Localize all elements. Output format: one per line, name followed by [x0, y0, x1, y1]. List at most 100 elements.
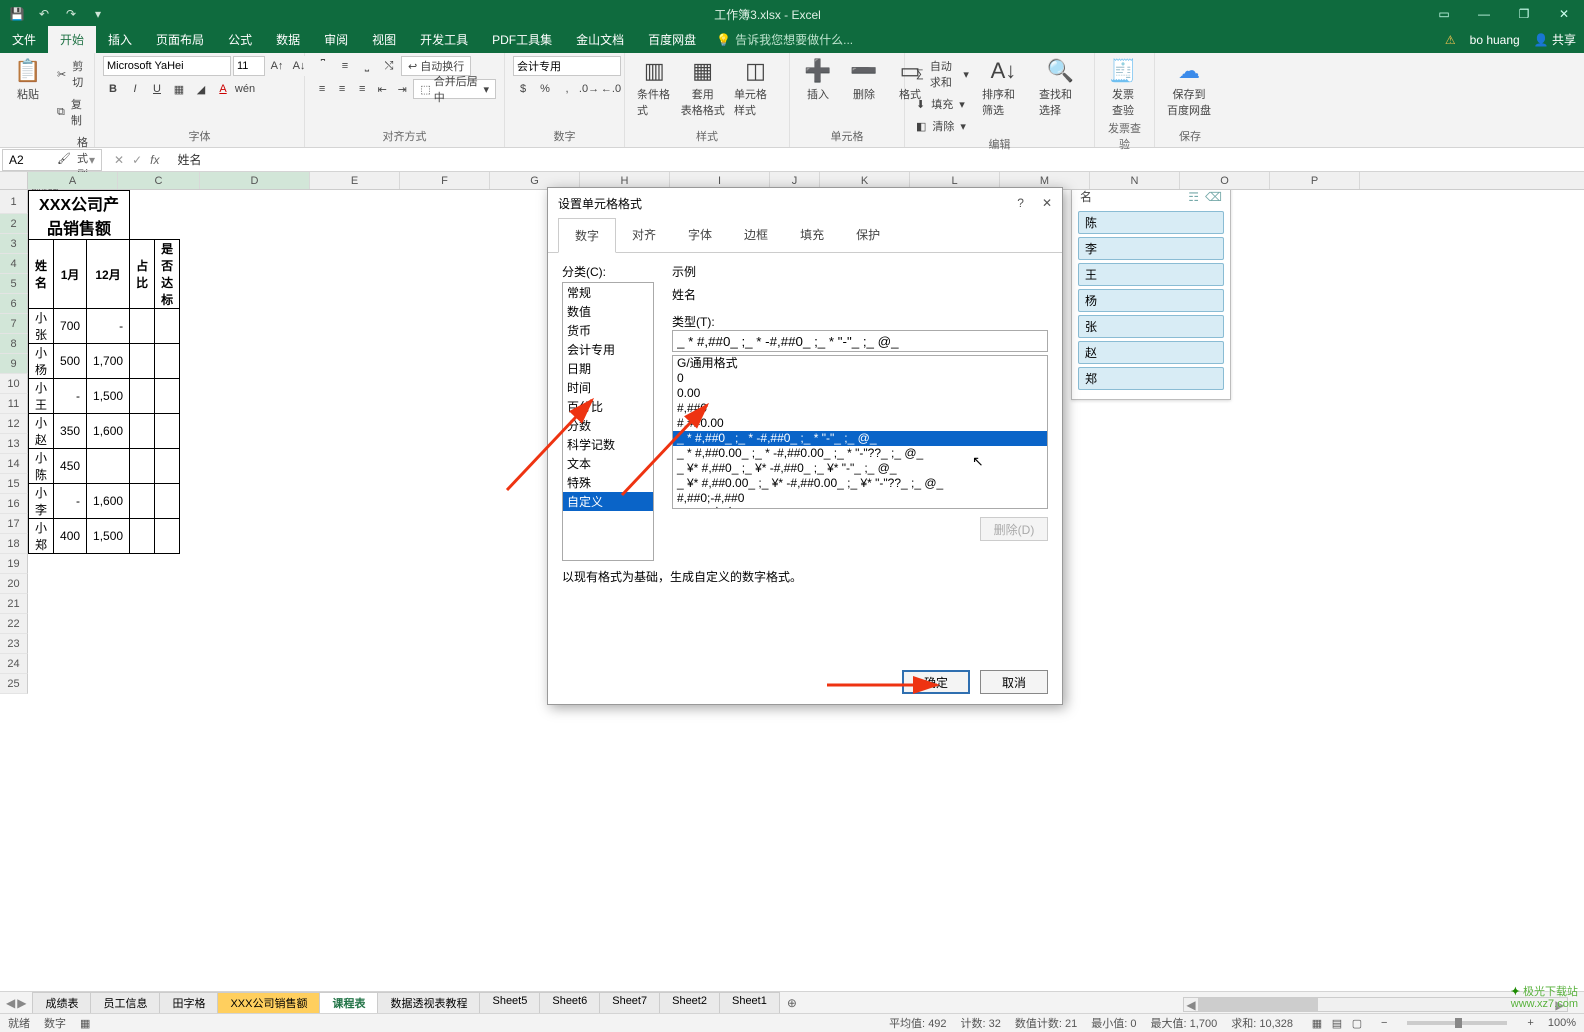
dialog-tab-填充[interactable]: 填充 — [784, 218, 840, 252]
format-item[interactable]: #,##0.00 — [673, 416, 1047, 431]
format-item[interactable]: G/通用格式 — [673, 356, 1047, 371]
underline-icon[interactable]: U — [147, 79, 167, 99]
number-format[interactable] — [513, 56, 621, 76]
table-cell[interactable]: 小李 — [29, 484, 54, 519]
table-cell[interactable] — [130, 519, 155, 554]
font-size[interactable] — [233, 56, 265, 76]
border-icon[interactable]: ▦ — [169, 79, 189, 99]
maximize-icon[interactable]: ❐ — [1504, 0, 1544, 28]
table-cell[interactable]: 450 — [54, 449, 87, 484]
row-23[interactable]: 23 — [0, 634, 28, 654]
dialog-tab-数字[interactable]: 数字 — [558, 218, 616, 253]
enter-formula-icon[interactable]: ✓ — [132, 153, 142, 167]
col-N[interactable]: N — [1090, 172, 1180, 189]
table-cell[interactable]: 1,500 — [87, 519, 130, 554]
sheet-nav-prev-icon[interactable]: ◀ — [6, 996, 15, 1010]
table-cell[interactable] — [130, 344, 155, 379]
category-item[interactable]: 文本 — [563, 454, 653, 473]
new-sheet-icon[interactable]: ⊕ — [779, 994, 805, 1012]
slicer-item[interactable]: 张 — [1078, 315, 1224, 338]
inc-decimal-icon[interactable]: .0→ — [579, 79, 599, 99]
sheet-tab[interactable]: 田字格 — [159, 992, 218, 1014]
row-3[interactable]: 3 — [0, 234, 28, 254]
menu-tab-百度网盘[interactable]: 百度网盘 — [636, 26, 708, 53]
insert-cells[interactable]: ➕插入 — [798, 56, 838, 104]
ok-button[interactable]: 确定 — [902, 670, 970, 694]
col-E[interactable]: E — [310, 172, 400, 189]
slicer-item[interactable]: 郑 — [1078, 367, 1224, 390]
redo-icon[interactable]: ↷ — [58, 1, 84, 27]
col-O[interactable]: O — [1180, 172, 1270, 189]
close-icon[interactable]: ✕ — [1544, 0, 1584, 28]
row-10[interactable]: 10 — [0, 374, 28, 394]
name-box[interactable]: A2▾ — [2, 149, 102, 171]
category-item[interactable]: 日期 — [563, 359, 653, 378]
table-cell[interactable]: 小陈 — [29, 449, 54, 484]
col-A[interactable]: A — [28, 172, 118, 189]
table-cell[interactable]: 1,700 — [87, 344, 130, 379]
slicer-item[interactable]: 杨 — [1078, 289, 1224, 312]
category-list[interactable]: 常规数值货币会计专用日期时间百分比分数科学记数文本特殊自定义 — [562, 282, 654, 561]
col-D[interactable]: D — [200, 172, 310, 189]
table-cell[interactable] — [130, 379, 155, 414]
table-cell[interactable]: 小杨 — [29, 344, 54, 379]
comma-icon[interactable]: , — [557, 79, 577, 99]
paste-button[interactable]: 📋粘贴 — [8, 56, 48, 104]
fapiao-check[interactable]: 🧾发票 查验 — [1103, 56, 1143, 120]
conditional-format[interactable]: ▥条件格式 — [633, 56, 675, 120]
row-21[interactable]: 21 — [0, 594, 28, 614]
row-24[interactable]: 24 — [0, 654, 28, 674]
category-item[interactable]: 数值 — [563, 302, 653, 321]
table-cell[interactable]: - — [87, 309, 130, 344]
sheet-tab[interactable]: Sheet1 — [719, 992, 780, 1014]
delete-cells[interactable]: ➖删除 — [844, 56, 884, 104]
menu-tab-金山文档[interactable]: 金山文档 — [564, 26, 636, 53]
formula-bar[interactable]: 姓名 — [169, 151, 1584, 168]
row-6[interactable]: 6 — [0, 294, 28, 314]
menu-tab-审阅[interactable]: 审阅 — [312, 26, 360, 53]
type-input[interactable] — [672, 330, 1048, 352]
table-cell[interactable] — [155, 379, 180, 414]
table-format[interactable]: ▦套用 表格格式 — [681, 56, 723, 120]
slicer-clear-icon[interactable]: ⌫ — [1205, 190, 1222, 204]
category-item[interactable]: 百分比 — [563, 397, 653, 416]
zoom-in-icon[interactable]: + — [1527, 1017, 1533, 1029]
row-25[interactable]: 25 — [0, 674, 28, 694]
sheet-tab[interactable]: 课程表 — [319, 992, 378, 1014]
dialog-tab-字体[interactable]: 字体 — [672, 218, 728, 252]
percent-icon[interactable]: % — [535, 79, 555, 99]
table-cell[interactable] — [130, 449, 155, 484]
sheet-tab[interactable]: Sheet6 — [539, 992, 600, 1014]
slicer-item[interactable]: 陈 — [1078, 211, 1224, 234]
clear[interactable]: ◧ 清除 ▾ — [913, 116, 972, 136]
slicer-item[interactable]: 王 — [1078, 263, 1224, 286]
row-13[interactable]: 13 — [0, 434, 28, 454]
slicer-panel[interactable]: 名 ☶⌫ 陈李王杨张赵郑 — [1071, 190, 1231, 400]
undo-icon[interactable]: ↶ — [31, 1, 57, 27]
tell-me[interactable]: 💡 告诉我您想要做什么... — [708, 26, 861, 53]
row-18[interactable]: 18 — [0, 534, 28, 554]
autosum[interactable]: ∑ 自动求和 ▾ — [913, 56, 972, 92]
slicer-item[interactable]: 赵 — [1078, 341, 1224, 364]
category-item[interactable]: 科学记数 — [563, 435, 653, 454]
table-cell[interactable] — [87, 449, 130, 484]
sheet-tab[interactable]: Sheet7 — [599, 992, 660, 1014]
table-cell[interactable] — [130, 309, 155, 344]
category-item[interactable]: 常规 — [563, 283, 653, 302]
category-item[interactable]: 分数 — [563, 416, 653, 435]
font-name[interactable] — [103, 56, 231, 76]
save-icon[interactable]: 💾 — [4, 1, 30, 27]
format-item[interactable]: 0 — [673, 371, 1047, 386]
sheet-tab[interactable]: 数据透视表教程 — [377, 992, 480, 1014]
category-item[interactable]: 货币 — [563, 321, 653, 340]
row-9[interactable]: 9 — [0, 354, 28, 374]
menu-tab-页面布局[interactable]: 页面布局 — [144, 26, 216, 53]
format-item[interactable]: #,##0;[红色]-#,##0 — [673, 506, 1047, 509]
row-12[interactable]: 12 — [0, 414, 28, 434]
sort-filter[interactable]: A↓排序和筛选 — [978, 56, 1029, 120]
menu-tab-PDF工具集[interactable]: PDF工具集 — [480, 26, 564, 53]
fx-icon[interactable]: fx — [150, 153, 159, 167]
table-cell[interactable]: 1,600 — [87, 484, 130, 519]
align-left-icon[interactable]: ≡ — [313, 79, 331, 99]
copy-button[interactable]: ⧉ 复制 — [54, 94, 94, 130]
